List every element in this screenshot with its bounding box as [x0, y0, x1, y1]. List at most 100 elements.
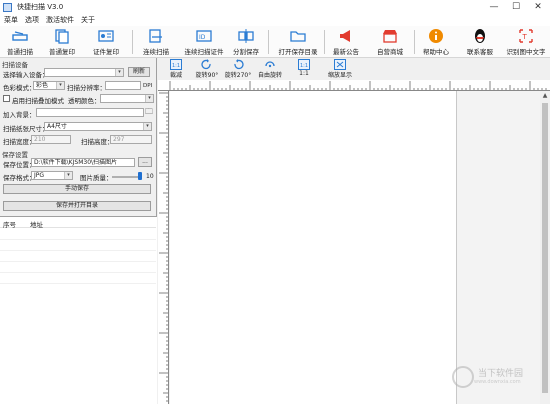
toolbar-button-copy[interactable]: 普通复印	[46, 28, 78, 56]
image-quality-label: 图片质量：	[80, 174, 113, 182]
crop-icon: 1:1	[170, 59, 182, 70]
window-title: 快捷扫描 V3.0	[17, 3, 64, 11]
resolution-unit: DPI	[143, 83, 153, 89]
scroll-up-arrow[interactable]: ▲	[540, 91, 550, 101]
toolbar-separator	[324, 30, 325, 54]
actual-size-button[interactable]: 1:1 1:1	[294, 59, 314, 77]
rotate-cw-icon	[201, 59, 211, 70]
app-icon	[3, 2, 12, 12]
column-header-path[interactable]: 地址	[30, 219, 43, 229]
copier-icon	[55, 29, 69, 44]
column-header-index[interactable]: 序号	[3, 219, 16, 229]
color-mode-select[interactable]: 彩色 ▾	[33, 81, 65, 90]
refresh-button[interactable]: 刷新	[128, 67, 150, 77]
horizontal-ruler	[158, 80, 550, 91]
shop-icon	[383, 30, 397, 43]
folder-open-icon[interactable]: 🗀	[145, 106, 153, 120]
scan-width-field[interactable]: 210	[31, 135, 71, 144]
list-gridline	[0, 283, 156, 284]
svg-text:T: T	[522, 33, 528, 41]
menu-item-about[interactable]: 关于	[81, 15, 95, 25]
toolbar-button-scan[interactable]: 普通扫描	[4, 28, 36, 56]
toolbar-separator	[132, 30, 133, 54]
image-canvas[interactable]	[170, 91, 540, 404]
menu-item-options[interactable]: 选项	[25, 15, 39, 25]
chevron-down-icon: ▾	[64, 172, 72, 179]
toolbar-button-id-copy[interactable]: 证件复印	[90, 28, 122, 56]
paper-size-label: 扫描纸张尺寸：	[3, 125, 49, 133]
scan-height-field[interactable]: 297	[110, 135, 152, 144]
toolbar-button-support[interactable]: 联系客服	[464, 28, 496, 56]
free-rotate-icon	[265, 61, 275, 68]
scan-device-group-title: 扫描设备	[2, 61, 28, 69]
svg-text:1:1: 1:1	[172, 63, 180, 69]
view-toolbar: 1:1 裁减 旋转90° 旋转270° 自由旋转 1:1 1:1 缩放显示	[158, 58, 550, 80]
toolbar-button-announcement[interactable]: 最新公告	[330, 28, 362, 56]
list-gridline	[0, 250, 156, 251]
fit-zoom-icon	[334, 59, 346, 70]
toolbar-button-label: 打开保存目录	[278, 48, 318, 56]
crop-button[interactable]: 1:1 裁减	[164, 59, 188, 79]
save-and-open-button[interactable]: 保存并打开目录	[3, 201, 151, 211]
view-tool-label: 自由旋转	[257, 72, 282, 79]
menu-item-main[interactable]: 菜单	[4, 15, 18, 25]
input-device-label: 选择输入设备：	[3, 71, 49, 79]
list-gridline	[0, 261, 156, 262]
site-watermark: 当下软件园 www.downxia.com	[452, 366, 523, 388]
toolbar-button-ocr[interactable]: T 识别图中文字	[506, 28, 546, 56]
toolbar-separator	[414, 30, 415, 54]
ocr-icon: T	[519, 29, 533, 43]
toolbar-button-help[interactable]: 帮助中心	[420, 28, 452, 56]
minimize-button[interactable]: —	[483, 0, 505, 14]
paper-size-select[interactable]: A4尺寸 ▾	[44, 122, 152, 131]
input-device-select[interactable]: ▾	[44, 68, 124, 77]
title-bar: 快捷扫描 V3.0 — ☐ ✕	[0, 0, 550, 14]
list-gridline	[0, 272, 156, 273]
save-location-field[interactable]: D:\软件下载\KJSM30\扫描图片	[31, 158, 135, 167]
toolbar-button-continuous-scan[interactable]: 连续扫描	[140, 28, 172, 56]
toolbar-button-label: 普通复印	[49, 48, 75, 56]
rotate-90-button[interactable]: 旋转90°	[194, 59, 220, 79]
maximize-button[interactable]: ☐	[505, 0, 527, 14]
rotate-270-button[interactable]: 旋转270°	[224, 59, 252, 79]
info-icon	[429, 29, 443, 43]
save-format-select[interactable]: JPG ▾	[31, 171, 73, 180]
toolbar-button-continuous-id-scan[interactable]: ID 连续扫描证件	[184, 28, 224, 56]
transparency-color-select[interactable]: ▾	[100, 94, 154, 103]
fit-zoom-button[interactable]: 缩放显示	[326, 59, 354, 79]
resolution-label: 扫描分辨率：	[67, 84, 106, 92]
overlay-mode-checkbox[interactable]	[3, 95, 10, 102]
chevron-down-icon: ▾	[143, 123, 151, 130]
file-list: 序号 地址	[0, 216, 157, 404]
close-button[interactable]: ✕	[527, 0, 549, 14]
toolbar-separator	[268, 30, 269, 54]
menu-item-activate[interactable]: 激活软件	[46, 15, 74, 25]
chevron-down-icon: ▾	[56, 82, 64, 89]
toolbar-button-open-folder[interactable]: 打开保存目录	[278, 28, 318, 56]
vertical-scrollbar[interactable]: ▲	[540, 91, 550, 404]
overlay-mode-label: 启用扫描叠加模式	[12, 97, 64, 105]
background-path-field[interactable]	[36, 108, 144, 117]
watermark-text: 当下软件园	[478, 369, 524, 379]
file-list-header: 序号 地址	[0, 217, 156, 229]
view-tool-label: 缩放显示	[327, 72, 352, 79]
scan-preview-page[interactable]	[170, 91, 457, 404]
toolbar-button-shop[interactable]: 自营商城	[374, 28, 406, 56]
toolbar-button-label: 联系客服	[467, 48, 493, 56]
chevron-down-icon: ▾	[145, 95, 153, 102]
toolbar-button-label: 识别图中文字	[506, 48, 546, 56]
toolbar-button-label: 最新公告	[333, 48, 359, 56]
manual-save-button[interactable]: 手动保存	[3, 184, 151, 194]
resolution-select[interactable]	[105, 81, 141, 90]
toolbar-button-split-save[interactable]: 分割保存	[230, 28, 262, 56]
toolbar-button-label: 帮助中心	[423, 48, 449, 56]
actual-size-icon: 1:1	[298, 59, 310, 70]
continuous-scan-icon	[149, 29, 162, 43]
view-tool-label: 1:1	[299, 70, 309, 77]
scrollbar-thumb[interactable]	[542, 103, 548, 393]
image-quality-slider-thumb[interactable]	[138, 172, 142, 180]
color-mode-label: 色彩模式：	[3, 84, 36, 92]
free-rotate-button[interactable]: 自由旋转	[256, 59, 284, 79]
toolbar-button-label: 分割保存	[233, 48, 259, 56]
browse-button[interactable]: ...	[138, 157, 152, 167]
